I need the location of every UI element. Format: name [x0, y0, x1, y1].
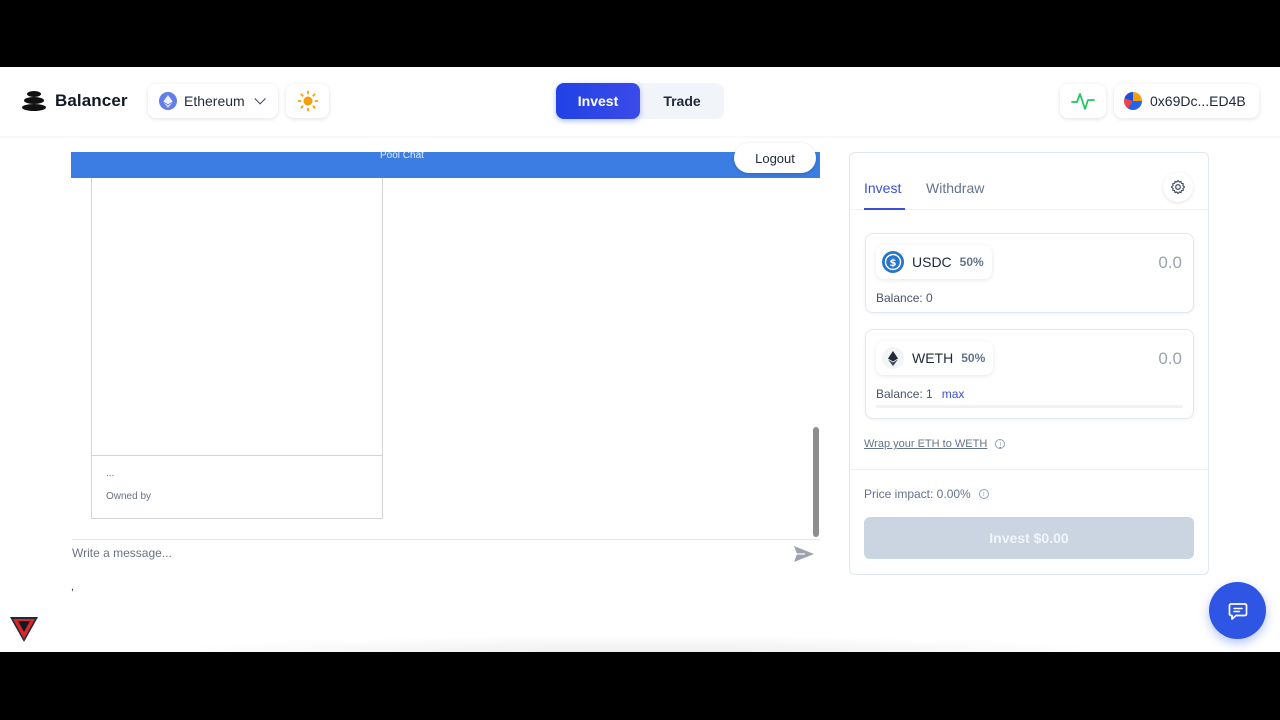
app-header: Balancer Ethereum Invest Trade 0x69Dc...…: [0, 67, 1280, 136]
logout-button[interactable]: Logout: [734, 143, 816, 173]
price-impact: Price impact: 0.00% i: [864, 487, 989, 501]
chevron-down-icon: [254, 93, 266, 105]
active-tab-underline: [864, 208, 905, 210]
balance-progress-track: [876, 405, 1183, 408]
token-select-weth[interactable]: WETH 50%: [876, 341, 994, 375]
ethereum-icon: [159, 92, 177, 110]
wrap-eth-label: Wrap your ETH to WETH: [864, 438, 988, 450]
chat-bubble-icon: [1228, 602, 1247, 620]
weth-icon: [882, 347, 904, 369]
info-icon[interactable]: i: [978, 489, 989, 499]
balance-usdc: Balance: 0: [876, 291, 933, 305]
v-logo-icon: [10, 617, 38, 642]
balance-weth: Balance: 1 max: [876, 387, 964, 401]
app-viewport: Balancer Ethereum Invest Trade 0x69Dc...…: [0, 67, 1280, 652]
info-icon[interactable]: i: [995, 439, 1006, 449]
balance-label: Balance:: [876, 387, 923, 401]
send-icon: [794, 546, 814, 562]
settings-button[interactable]: [1163, 172, 1193, 202]
activity-button[interactable]: [1060, 84, 1106, 118]
chat-scrollbar[interactable]: [813, 427, 819, 537]
token-symbol: WETH: [912, 350, 954, 366]
max-button[interactable]: max: [942, 387, 965, 401]
token-weight: 50%: [961, 351, 986, 365]
nav-invest[interactable]: Invest: [556, 83, 640, 119]
support-chat-button[interactable]: [1209, 582, 1266, 639]
balance-value: 1: [926, 387, 933, 401]
nft-card[interactable]: ... Owned by: [91, 178, 383, 519]
token-weight: 50%: [959, 255, 984, 269]
invest-submit-button[interactable]: Invest $0.00: [864, 517, 1194, 559]
token-symbol: USDC: [912, 254, 952, 270]
brand-name: Balancer: [55, 91, 128, 110]
brand-logo[interactable]: Balancer: [22, 89, 128, 113]
message-input[interactable]: [72, 543, 772, 563]
wrap-eth-link[interactable]: Wrap your ETH to WETH i: [864, 438, 1006, 450]
network-name: Ethereum: [184, 93, 245, 109]
stray-text: ,: [71, 582, 74, 593]
chat-title: Pool Chat: [380, 150, 424, 161]
amount-input-usdc[interactable]: 0.0: [1158, 253, 1182, 273]
balance-label: Balance:: [876, 291, 923, 305]
token-input-usdc: $ USDC 50% 0.0 Balance: 0: [865, 233, 1194, 313]
gear-icon: [1170, 179, 1186, 195]
nft-card-owner: Owned by: [106, 491, 152, 502]
account-button[interactable]: 0x69Dc...ED4B: [1114, 84, 1259, 118]
footer-shadow: [130, 635, 1150, 652]
balancer-logo-icon: [22, 91, 46, 111]
sun-icon: [297, 90, 318, 112]
account-address: 0x69Dc...ED4B: [1150, 93, 1246, 109]
price-impact-label: Price impact: 0.00%: [864, 487, 971, 501]
theme-toggle[interactable]: [286, 84, 329, 118]
main-nav: Invest Trade: [556, 83, 724, 119]
chat-header-bar: Pool Chat: [71, 150, 820, 178]
send-button[interactable]: [793, 544, 815, 564]
tab-withdraw[interactable]: Withdraw: [926, 180, 984, 196]
panel-divider: [850, 469, 1208, 470]
message-divider: [72, 539, 820, 540]
token-select-usdc[interactable]: $ USDC 50%: [876, 245, 992, 279]
invest-panel: Invest Withdraw $ USDC 50% 0.0 Balance: …: [849, 152, 1209, 575]
nft-card-name: ...: [106, 468, 115, 479]
svg-text:$: $: [890, 258, 897, 269]
nft-card-divider: [92, 455, 382, 456]
amount-input-weth[interactable]: 0.0: [1158, 349, 1182, 369]
activity-icon: [1071, 93, 1095, 110]
invest-tabs: Invest Withdraw: [850, 153, 1208, 210]
nav-trade[interactable]: Trade: [640, 83, 724, 119]
token-input-weth: WETH 50% 0.0 Balance: 1 max: [865, 329, 1194, 419]
balance-value: 0: [926, 291, 933, 305]
usdc-icon: $: [882, 251, 904, 273]
network-selector[interactable]: Ethereum: [148, 84, 278, 118]
tab-invest[interactable]: Invest: [864, 180, 901, 196]
wallet-avatar: [1124, 92, 1142, 110]
